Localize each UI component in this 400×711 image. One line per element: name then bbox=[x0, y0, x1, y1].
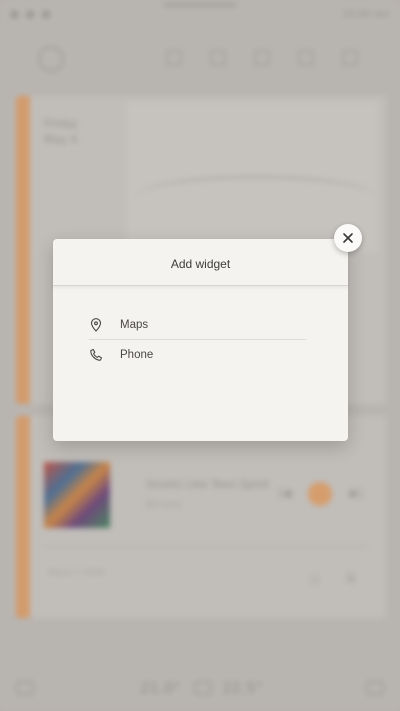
close-button[interactable] bbox=[334, 224, 362, 252]
map-pin-icon bbox=[90, 318, 102, 332]
home-screen: ● ● ● 10:00 am Friday May 4 Smells Like … bbox=[0, 0, 400, 711]
option-label: Phone bbox=[120, 349, 154, 361]
close-icon bbox=[343, 233, 353, 243]
dialog-title: Add widget bbox=[170, 257, 231, 271]
dialog-header: Add widget bbox=[53, 239, 348, 286]
option-maps[interactable]: Maps bbox=[89, 310, 306, 340]
add-widget-dialog: Add widget Maps Phone bbox=[53, 239, 348, 441]
phone-icon bbox=[90, 348, 103, 361]
option-label: Maps bbox=[120, 319, 149, 331]
option-phone[interactable]: Phone bbox=[89, 340, 306, 370]
